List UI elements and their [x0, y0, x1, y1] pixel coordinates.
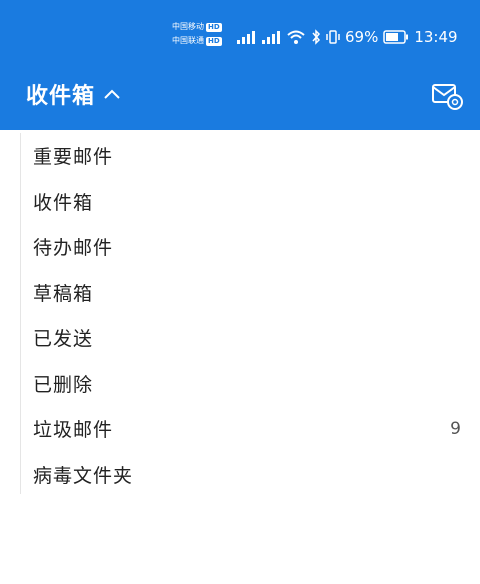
carrier-line-1: 中国移动 HD: [172, 20, 228, 34]
wifi-icon: [287, 30, 305, 44]
folder-label: 病毒文件夹: [33, 464, 134, 487]
battery-icon: [383, 30, 409, 44]
folder-label: 已删除: [33, 373, 94, 396]
carrier-2-name: 中国联通: [172, 36, 204, 45]
mail-app-screen: 中国移动 HD 中国联通 HD 69% 13:49 收件箱 重要邮件 收件箱 待…: [0, 0, 480, 584]
folder-label: 收件箱: [33, 191, 94, 214]
page-title: 收件箱: [26, 84, 96, 109]
folder-label: 待办邮件: [33, 237, 114, 260]
folder-item-important[interactable]: 重要邮件: [21, 133, 480, 179]
mail-settings-button[interactable]: [430, 80, 464, 112]
unread-count-badge: 9: [450, 418, 461, 439]
folder-label: 草稿箱: [33, 282, 94, 305]
folder-item-inbox[interactable]: 收件箱: [21, 179, 480, 225]
folder-item-todo[interactable]: 待办邮件: [21, 224, 480, 270]
folder-switcher[interactable]: 收件箱: [26, 78, 121, 110]
status-icons: 69% 13:49: [236, 24, 458, 50]
carrier-1-hd-badge: HD: [206, 22, 222, 32]
vibrate-icon: [326, 30, 340, 44]
battery-percent: 69%: [345, 28, 379, 46]
carrier-1-name: 中国移动: [172, 22, 204, 31]
header: 中国移动 HD 中国联通 HD 69% 13:49 收件箱: [0, 0, 480, 130]
folder-item-sent[interactable]: 已发送: [21, 315, 480, 361]
folder-list: 重要邮件 收件箱 待办邮件 草稿箱 已发送 已删除 垃圾邮件 9 病毒文件夹: [20, 133, 480, 494]
chevron-up-icon: [104, 89, 120, 99]
carrier-2-hd-badge: HD: [206, 36, 222, 46]
app-bar: 收件箱: [0, 70, 480, 122]
bluetooth-icon: [312, 29, 321, 45]
status-bar: 中国移动 HD 中国联通 HD 69% 13:49: [0, 20, 480, 54]
mail-settings-icon: [432, 84, 463, 110]
signal-1-icon: [237, 31, 255, 44]
folder-label: 垃圾邮件: [33, 419, 114, 442]
folder-item-spam[interactable]: 垃圾邮件 9: [21, 406, 480, 452]
folder-item-deleted[interactable]: 已删除: [21, 361, 480, 407]
clock-time: 13:49: [414, 28, 458, 46]
carrier-line-2: 中国联通 HD: [172, 34, 228, 48]
folder-item-virus[interactable]: 病毒文件夹: [21, 452, 480, 498]
folder-label: 重要邮件: [33, 146, 114, 169]
folder-label: 已发送: [33, 328, 94, 351]
folder-item-drafts[interactable]: 草稿箱: [21, 270, 480, 316]
carrier-info: 中国移动 HD 中国联通 HD: [172, 20, 228, 52]
signal-2-icon: [262, 31, 280, 44]
